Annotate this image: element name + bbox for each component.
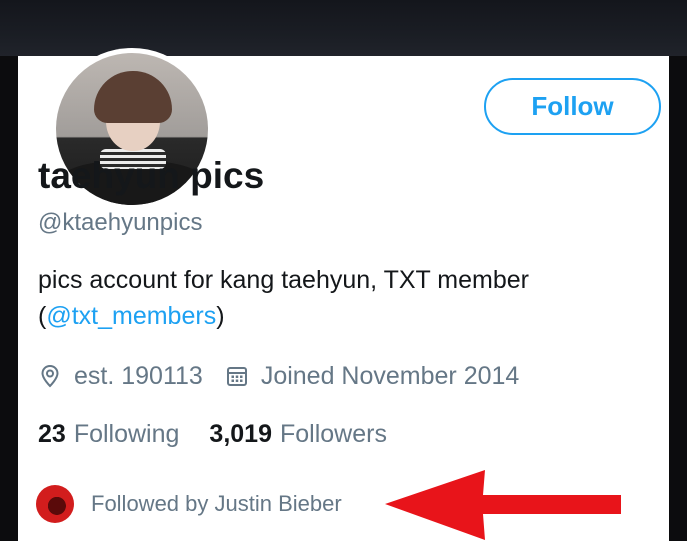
profile-name: taehyun pics: [38, 155, 265, 196]
follower-avatar: [36, 485, 74, 523]
right-edge: [669, 56, 687, 541]
following-link[interactable]: 23 Following: [38, 420, 179, 449]
profile-banner: [0, 0, 687, 56]
profile-bio: pics account for kang taehyun, TXT membe…: [38, 262, 638, 334]
profile-meta: est. 190113 Joined November 2014: [38, 358, 519, 394]
profile-stats: 23 Following 3,019 Followers: [38, 416, 387, 452]
followed-by-text: Followed by Justin Bieber: [91, 491, 342, 516]
location-pin-icon: [38, 364, 62, 388]
bio-close-paren: ): [216, 302, 225, 330]
followers-count: 3,019: [209, 419, 272, 448]
followed-by-row[interactable]: Followed by Justin Bieber: [36, 485, 342, 523]
follow-button[interactable]: Follow: [484, 78, 661, 135]
avatar-hair: [94, 71, 172, 123]
red-arrow-icon: [385, 470, 621, 540]
followers-link[interactable]: 3,019 Followers: [209, 420, 387, 449]
following-count: 23: [38, 419, 66, 448]
profile-joined-date: Joined November 2014: [260, 361, 520, 390]
following-label: Following: [73, 419, 180, 448]
bio-mention-link[interactable]: @txt_members: [46, 302, 216, 330]
left-edge: [0, 56, 18, 541]
bio-text: pics account for kang taehyun, TXT membe…: [38, 266, 529, 294]
profile-handle: @ktaehyunpics: [38, 209, 203, 236]
profile-location: est. 190113: [74, 361, 203, 390]
calendar-icon: [225, 364, 249, 388]
followers-label: Followers: [279, 419, 387, 448]
